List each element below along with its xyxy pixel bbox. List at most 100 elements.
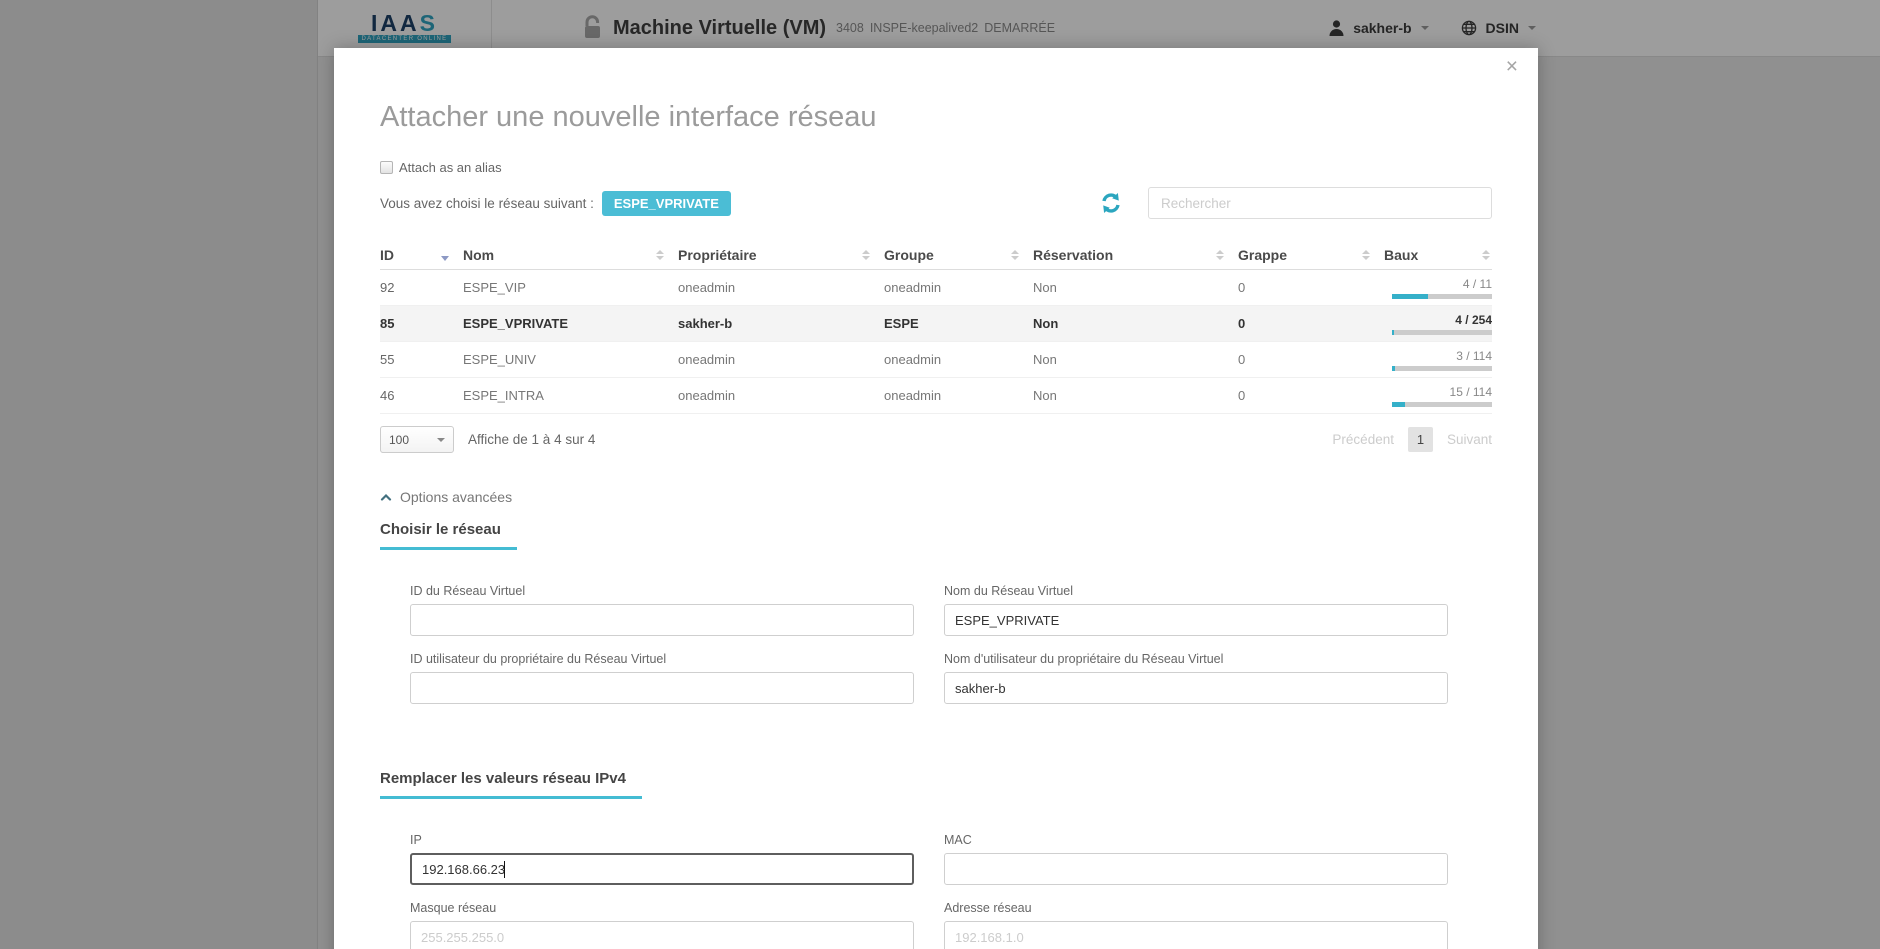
cell-leases: 3 / 114 (1384, 349, 1492, 371)
chevron-down-icon (437, 438, 445, 442)
chosen-network-row: Vous avez choisi le réseau suivant : ESP… (380, 187, 1492, 219)
networks-table: ID Nom Propriétaire Groupe Réservation G… (380, 247, 1492, 414)
mac-input[interactable] (944, 853, 1448, 885)
sort-icon (1011, 250, 1019, 260)
cell-cluster: 0 (1238, 316, 1384, 331)
cell-id: 46 (380, 388, 463, 403)
cell-reservation: Non (1033, 316, 1238, 331)
cell-name: ESPE_VIP (463, 280, 678, 295)
cell-leases: 4 / 11 (1384, 277, 1492, 299)
column-header-baux[interactable]: Baux (1384, 247, 1492, 263)
cell-id: 55 (380, 352, 463, 367)
network-address-input[interactable] (944, 921, 1448, 949)
field-ip: IP (410, 833, 914, 885)
field-vnet-owner-name: Nom d'utilisateur du propriétaire du Rés… (944, 652, 1448, 704)
cell-id: 92 (380, 280, 463, 295)
cell-group: oneadmin (884, 388, 1033, 403)
field-label: IP (410, 833, 914, 847)
field-netmask: Masque réseau (410, 901, 914, 949)
table-row[interactable]: 46 ESPE_INTRA oneadmin oneadmin Non 0 15… (380, 378, 1492, 414)
cell-group: ESPE (884, 316, 1033, 331)
chosen-network-badge: ESPE_VPRIVATE (602, 191, 731, 216)
sort-icon (1216, 250, 1224, 260)
page-size-select[interactable]: 100 (380, 426, 454, 453)
cell-name: ESPE_UNIV (463, 352, 678, 367)
alias-checkbox[interactable] (380, 161, 393, 174)
chosen-network-label: Vous avez choisi le réseau suivant : (380, 196, 594, 211)
cell-reservation: Non (1033, 388, 1238, 403)
vnet-owner-id-input[interactable] (410, 672, 914, 704)
cell-owner: oneadmin (678, 388, 884, 403)
table-header: ID Nom Propriétaire Groupe Réservation G… (380, 247, 1492, 270)
refresh-icon (1100, 192, 1122, 214)
cell-cluster: 0 (1238, 280, 1384, 295)
cell-leases: 15 / 114 (1384, 385, 1492, 407)
ipv4-fields: IP MAC Masque réseau Adresse réseau (410, 833, 1492, 949)
cell-owner: oneadmin (678, 280, 884, 295)
cell-leases: 4 / 254 (1384, 313, 1492, 335)
field-label: Nom du Réseau Virtuel (944, 584, 1448, 598)
prev-page-button[interactable]: Précédent (1332, 432, 1394, 447)
cell-name: ESPE_VPRIVATE (463, 316, 678, 331)
field-label: MAC (944, 833, 1448, 847)
cell-cluster: 0 (1238, 352, 1384, 367)
pagination-info: Affiche de 1 à 4 sur 4 (468, 432, 595, 447)
sort-icon (1362, 250, 1370, 260)
column-header-nom[interactable]: Nom (463, 247, 678, 263)
leases-progress-bar (1392, 366, 1492, 371)
vnet-owner-name-input[interactable] (944, 672, 1448, 704)
field-label: Nom d'utilisateur du propriétaire du Rés… (944, 652, 1448, 666)
sort-icon (862, 250, 870, 260)
sort-icon (656, 250, 664, 260)
network-fields: ID du Réseau Virtuel Nom du Réseau Virtu… (410, 584, 1492, 704)
field-vnet-id: ID du Réseau Virtuel (410, 584, 914, 636)
cell-name: ESPE_INTRA (463, 388, 678, 403)
column-header-reservation[interactable]: Réservation (1033, 247, 1238, 263)
pagination: 100 Affiche de 1 à 4 sur 4 Précédent 1 S… (380, 426, 1492, 453)
alias-row: Attach as an alias (380, 160, 1492, 175)
ip-input[interactable] (410, 853, 914, 885)
vnet-name-input[interactable] (944, 604, 1448, 636)
pagination-nav: Précédent 1 Suivant (1332, 427, 1492, 452)
netmask-input[interactable] (410, 921, 914, 949)
cell-group: oneadmin (884, 280, 1033, 295)
cell-cluster: 0 (1238, 388, 1384, 403)
cell-reservation: Non (1033, 280, 1238, 295)
table-row[interactable]: 55 ESPE_UNIV oneadmin oneadmin Non 0 3 /… (380, 342, 1492, 378)
text-cursor (504, 861, 505, 878)
sort-desc-icon (441, 256, 449, 261)
field-vnet-owner-id: ID utilisateur du propriétaire du Réseau… (410, 652, 914, 704)
column-header-grappe[interactable]: Grappe (1238, 247, 1384, 263)
alias-label: Attach as an alias (399, 160, 502, 175)
field-label: Masque réseau (410, 901, 914, 915)
refresh-button[interactable] (1100, 192, 1122, 214)
next-page-button[interactable]: Suivant (1447, 432, 1492, 447)
field-label: Adresse réseau (944, 901, 1448, 915)
attach-nic-modal: × Attacher une nouvelle interface réseau… (334, 48, 1538, 949)
vnet-id-input[interactable] (410, 604, 914, 636)
field-vnet-name: Nom du Réseau Virtuel (944, 584, 1448, 636)
field-label: ID du Réseau Virtuel (410, 584, 914, 598)
leases-progress-bar (1392, 330, 1492, 335)
table-row[interactable]: 92 ESPE_VIP oneadmin oneadmin Non 0 4 / … (380, 270, 1492, 306)
column-header-id[interactable]: ID (380, 247, 463, 263)
field-network-address: Adresse réseau (944, 901, 1448, 949)
sort-icon (1482, 250, 1490, 260)
table-row-selected[interactable]: 85 ESPE_VPRIVATE sakher-b ESPE Non 0 4 /… (380, 306, 1492, 342)
advanced-options-toggle[interactable]: Options avancées (380, 489, 1492, 505)
search-input[interactable] (1148, 187, 1492, 219)
cell-owner: oneadmin (678, 352, 884, 367)
chevron-up-icon (380, 493, 392, 501)
current-page-button[interactable]: 1 (1408, 427, 1433, 452)
field-label: ID utilisateur du propriétaire du Réseau… (410, 652, 914, 666)
leases-progress-bar (1392, 402, 1492, 407)
tab-override-ipv4[interactable]: Remplacer les valeurs réseau IPv4 (380, 770, 642, 799)
cell-id: 85 (380, 316, 463, 331)
column-header-groupe[interactable]: Groupe (884, 247, 1033, 263)
tab-choose-network[interactable]: Choisir le réseau (380, 521, 517, 550)
field-mac: MAC (944, 833, 1448, 885)
column-header-proprietaire[interactable]: Propriétaire (678, 247, 884, 263)
leases-progress-bar (1392, 294, 1492, 299)
cell-group: oneadmin (884, 352, 1033, 367)
close-icon[interactable]: × (1506, 56, 1518, 77)
